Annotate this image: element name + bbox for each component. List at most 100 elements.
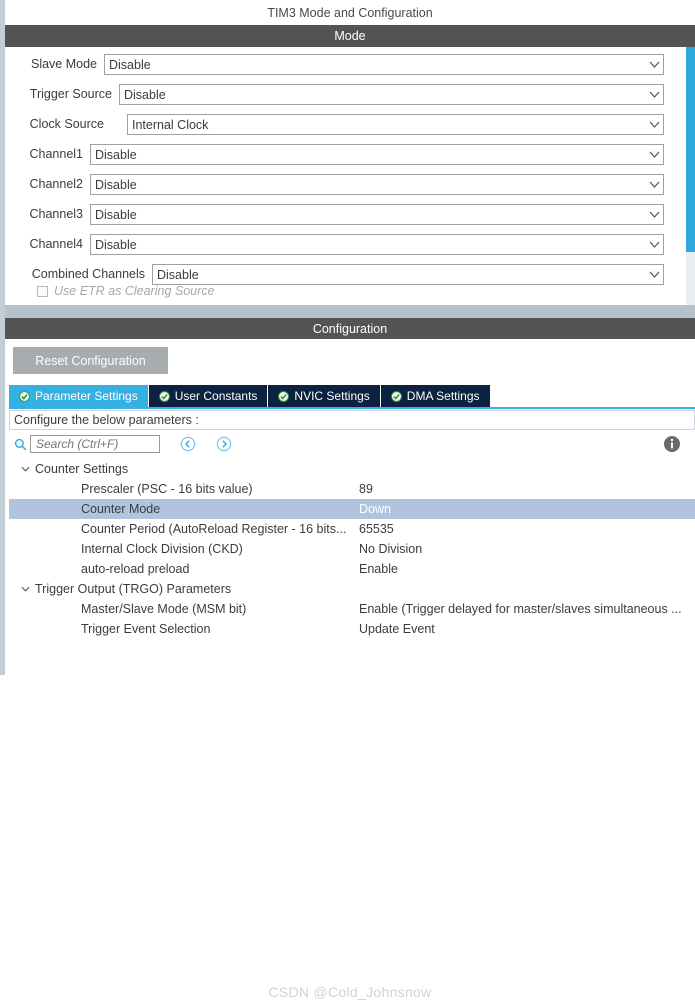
combo-clock-source-value: Internal Clock [132,117,209,132]
chevron-down-icon [645,175,663,194]
tab-dma-settings-label: DMA Settings [406,389,480,403]
label-channel4: Channel4 [29,237,83,251]
chevron-down-icon [645,145,663,164]
tree-row-master-slave-mode[interactable]: Master/Slave Mode (MSM bit) Enable (Trig… [9,599,695,619]
combo-channel1[interactable]: Disable [90,144,664,165]
search-input[interactable] [34,436,159,452]
label-channel3: Channel3 [29,207,83,221]
combo-channel2[interactable]: Disable [90,174,664,195]
search-input-wrapper[interactable] [30,435,160,453]
chevron-down-icon [645,55,663,74]
tree-item-label: Trigger Event Selection [81,622,211,636]
mode-section-title: Mode [334,29,366,43]
label-clock-source: Clock Source [29,117,104,131]
combo-clock-source[interactable]: Internal Clock [127,114,664,135]
tab-nvic-settings[interactable]: NVIC Settings [268,385,381,407]
configure-parameters-note-text: Configure the below parameters : [14,413,199,427]
label-trigger-source: Trigger Source [29,87,112,101]
check-circle-icon [390,390,402,402]
label-combined-channels: Combined Channels [31,267,145,281]
parameter-tree: Counter Settings Prescaler (PSC - 16 bit… [9,459,695,671]
tab-parameter-settings-label: Parameter Settings [35,389,138,403]
tree-item-label: Master/Slave Mode (MSM bit) [81,602,247,616]
tree-group-counter-settings[interactable]: Counter Settings [9,459,695,479]
info-icon[interactable] [663,435,681,456]
combo-channel3[interactable]: Disable [90,204,664,225]
forward-arrow-icon[interactable] [216,436,232,452]
combo-combined-channels[interactable]: Disable [152,264,664,285]
tree-item-label: auto-reload preload [81,562,190,576]
check-circle-icon [158,390,170,402]
tree-group-trigger-output[interactable]: Trigger Output (TRGO) Parameters [9,579,695,599]
configure-parameters-note: Configure the below parameters : [9,410,695,430]
chevron-down-icon [645,265,663,284]
tree-item-label: Counter Period (AutoReload Register - 16… [81,522,347,536]
tree-row-counter-mode[interactable]: Counter Mode Down [9,499,695,519]
search-icon [14,438,27,451]
chevron-down-icon [645,235,663,254]
tree-row-counter-period[interactable]: Counter Period (AutoReload Register - 16… [9,519,695,539]
tree-item-value[interactable]: No Division [359,542,422,556]
tree-item-label: Internal Clock Division (CKD) [81,542,243,556]
check-circle-icon [278,390,290,402]
configuration-section-body: Reset Configuration Parameter Settings U… [5,339,695,1000]
back-arrow-icon[interactable] [180,436,196,452]
label-channel1: Channel1 [29,147,83,161]
tab-parameter-settings[interactable]: Parameter Settings [9,385,149,407]
chevron-expanded-icon[interactable] [19,466,31,472]
combo-channel1-value: Disable [95,147,137,162]
chevron-expanded-icon[interactable] [19,586,31,592]
configuration-section-title: Configuration [312,321,388,336]
reset-configuration-button[interactable]: Reset Configuration [13,347,168,374]
tree-row-internal-clock-division[interactable]: Internal Clock Division (CKD) No Divisio… [9,539,695,559]
label-slave-mode: Slave Mode [30,57,97,71]
tree-row-auto-reload-preload[interactable]: auto-reload preload Enable [9,559,695,579]
combo-trigger-source-value: Disable [124,87,166,102]
tree-row-prescaler[interactable]: Prescaler (PSC - 16 bits value) 89 [9,479,695,499]
tab-dma-settings[interactable]: DMA Settings [380,385,491,407]
configuration-section-header: Configuration [5,318,695,339]
tree-item-value[interactable]: Enable [359,562,398,576]
combo-slave-mode[interactable]: Disable [104,54,664,75]
search-toolbar [9,431,695,457]
page-title: TIM3 Mode and Configuration [267,5,433,20]
tree-item-value[interactable]: Update Event [359,622,435,636]
combo-channel4[interactable]: Disable [90,234,664,255]
check-circle-icon [19,390,30,402]
use-etr-clearing-source-row[interactable]: Use ETR as Clearing Source [37,284,214,298]
tab-user-constants[interactable]: User Constants [148,385,269,407]
label-use-etr: Use ETR as Clearing Source [54,284,215,298]
tree-item-value[interactable]: 65535 [359,522,394,536]
mode-scrollbar-thumb[interactable] [686,47,695,252]
tree-item-label: Prescaler (PSC - 16 bits value) [81,482,253,496]
mode-scrollbar-track[interactable] [686,47,695,305]
combo-channel4-value: Disable [95,237,137,252]
chevron-down-icon [645,85,663,104]
combo-combined-channels-value: Disable [157,267,199,282]
tree-group-label: Trigger Output (TRGO) Parameters [35,582,232,596]
tree-item-value[interactable]: Enable (Trigger delayed for master/slave… [359,602,682,616]
tab-active-underline [9,407,695,409]
tab-user-constants-label: User Constants [174,389,258,403]
label-channel2: Channel2 [29,177,83,191]
checkbox-use-etr[interactable] [37,285,48,297]
tree-item-value[interactable]: 89 [359,482,373,496]
reset-configuration-label: Reset Configuration [35,353,146,368]
csdn-watermark: CSDN @Cold_Johnsnow [268,984,432,1000]
chevron-down-icon [645,115,663,134]
tree-item-value[interactable]: Down [359,502,391,516]
combo-slave-mode-value: Disable [109,57,151,72]
combo-trigger-source[interactable]: Disable [119,84,664,105]
tim3-configuration-window: TIM3 Mode and Configuration Mode Slave M… [0,0,695,1000]
configuration-tabs: Parameter Settings User Constants NVIC S… [9,385,491,407]
tree-row-trigger-event-selection[interactable]: Trigger Event Selection Update Event [9,619,695,639]
chevron-down-icon [645,205,663,224]
mode-section-body: Slave Mode Disable Trigger Source Disabl… [5,47,695,305]
mode-section-header: Mode [5,25,695,47]
tree-group-label: Counter Settings [35,462,129,476]
combo-channel3-value: Disable [95,207,137,222]
combo-channel2-value: Disable [95,177,137,192]
tab-nvic-settings-label: NVIC Settings [294,389,370,403]
window-title-bar: TIM3 Mode and Configuration [5,0,695,25]
tree-item-label: Counter Mode [81,502,161,516]
